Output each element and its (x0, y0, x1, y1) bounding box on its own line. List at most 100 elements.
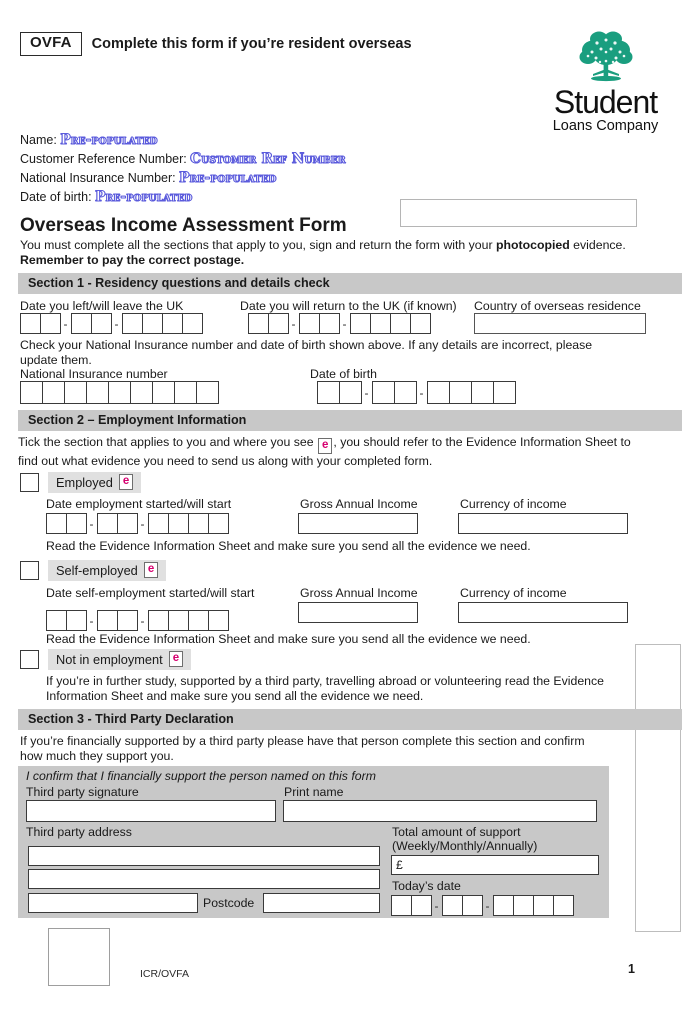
date-cell[interactable] (493, 381, 516, 404)
date-cell[interactable] (188, 610, 209, 631)
address-line2-input[interactable] (28, 869, 380, 889)
left-uk-date-cells[interactable]: - - (20, 313, 203, 334)
date-cell[interactable] (148, 610, 169, 631)
ni-cell[interactable] (196, 381, 219, 404)
date-cell[interactable] (168, 513, 189, 534)
date-cell[interactable] (40, 313, 61, 334)
return-uk-label: Date you will return to the UK (if known… (240, 299, 457, 313)
date-cell[interactable] (117, 610, 138, 631)
date-cell[interactable] (148, 513, 169, 534)
todays-date-cells[interactable]: - - (391, 895, 574, 916)
ni-cell[interactable] (20, 381, 43, 404)
date-cell[interactable] (299, 313, 320, 334)
employed-income-input[interactable] (298, 513, 418, 534)
dob-date-cells[interactable]: - - (317, 381, 516, 404)
date-cell[interactable] (122, 313, 143, 334)
date-cell[interactable] (411, 895, 432, 916)
address-line1-input[interactable] (28, 846, 380, 866)
ni-cell[interactable] (152, 381, 175, 404)
self-employed-label: Self-employed (56, 562, 138, 578)
date-cell[interactable] (20, 313, 41, 334)
date-cell[interactable] (319, 313, 340, 334)
form-header: OVFA Complete this form if you’re reside… (20, 32, 412, 56)
date-cell[interactable] (188, 513, 209, 534)
date-separator: - (114, 316, 119, 331)
ni-cell[interactable] (174, 381, 197, 404)
date-cell[interactable] (182, 313, 203, 334)
date-cell[interactable] (442, 895, 463, 916)
self-employed-date-cells[interactable]: - - (46, 610, 229, 631)
date-cell[interactable] (97, 513, 118, 534)
date-cell[interactable] (339, 381, 362, 404)
date-cell[interactable] (208, 610, 229, 631)
logo-subtitle: Loans Company (552, 118, 659, 134)
date-cell[interactable] (493, 895, 514, 916)
date-cell[interactable] (162, 313, 183, 334)
date-cell[interactable] (97, 610, 118, 631)
date-cell[interactable] (391, 895, 412, 916)
date-separator: - (63, 316, 68, 331)
customer-ref-label: Customer Reference Number: (20, 152, 187, 166)
ni-cell[interactable] (42, 381, 65, 404)
footer-blank-box[interactable] (48, 928, 110, 986)
date-cell[interactable] (462, 895, 483, 916)
date-cell[interactable] (533, 895, 554, 916)
ni-cell[interactable] (130, 381, 153, 404)
ni-cell[interactable] (108, 381, 131, 404)
self-employed-checkbox[interactable] (20, 561, 39, 580)
postcode-input[interactable] (263, 893, 380, 913)
not-employed-tag: Not in employment e (48, 649, 192, 670)
employed-currency-input[interactable] (458, 513, 628, 534)
date-cell[interactable] (410, 313, 431, 334)
date-cell[interactable] (66, 513, 87, 534)
date-cell[interactable] (513, 895, 534, 916)
date-cell[interactable] (427, 381, 450, 404)
date-cell[interactable] (46, 513, 67, 534)
date-cell[interactable] (372, 381, 395, 404)
date-separator: - (89, 613, 94, 628)
side-blank-box[interactable] (635, 644, 681, 932)
date-cell[interactable] (394, 381, 417, 404)
date-cell[interactable] (142, 313, 163, 334)
date-cell[interactable] (168, 610, 189, 631)
date-cell[interactable] (317, 381, 340, 404)
address-line3-input[interactable] (28, 893, 198, 913)
date-cell[interactable] (71, 313, 92, 334)
date-cell[interactable] (471, 381, 494, 404)
date-cell[interactable] (449, 381, 472, 404)
date-cell[interactable] (46, 610, 67, 631)
date-cell[interactable] (248, 313, 269, 334)
self-employed-currency-input[interactable] (458, 602, 628, 623)
header-blank-box[interactable] (400, 199, 637, 227)
postcode-label: Postcode (203, 896, 255, 910)
return-uk-date-cells[interactable]: - - (248, 313, 431, 334)
currency-symbol: £ (396, 858, 403, 872)
signature-input[interactable] (26, 800, 276, 822)
evidence-icon: e (118, 474, 134, 490)
date-separator: - (434, 898, 439, 913)
not-employed-checkbox[interactable] (20, 650, 39, 669)
date-cell[interactable] (350, 313, 371, 334)
support-amount-input[interactable]: £ (391, 855, 599, 875)
date-cell[interactable] (390, 313, 411, 334)
ni-cell[interactable] (64, 381, 87, 404)
ni-number-cells[interactable] (20, 381, 219, 404)
employed-checkbox[interactable] (20, 473, 39, 492)
print-name-input[interactable] (283, 800, 597, 822)
date-cell[interactable] (117, 513, 138, 534)
employed-date-cells[interactable]: - - (46, 513, 229, 534)
date-cell[interactable] (91, 313, 112, 334)
date-cell[interactable] (66, 610, 87, 631)
slc-logo: Student Loans Company (533, 28, 678, 135)
dob-label: Date of birth: (20, 190, 92, 204)
date-cell[interactable] (208, 513, 229, 534)
ni-cell[interactable] (86, 381, 109, 404)
country-input[interactable] (474, 313, 646, 334)
self-employed-income-input[interactable] (298, 602, 418, 623)
date-cell[interactable] (370, 313, 391, 334)
date-cell[interactable] (553, 895, 574, 916)
date-separator: - (419, 385, 424, 400)
name-row: Name: Pre-populated (20, 131, 450, 150)
section2-heading: Section 2 – Employment Information (18, 410, 682, 431)
date-cell[interactable] (268, 313, 289, 334)
